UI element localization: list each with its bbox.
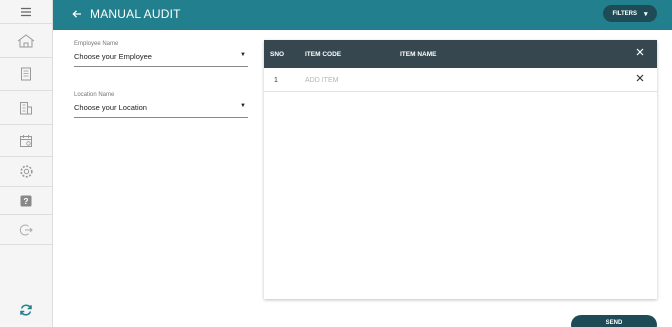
sidebar-item-logout[interactable] <box>0 215 52 245</box>
sidebar: ? <box>0 0 53 327</box>
svg-text:?: ? <box>23 196 28 206</box>
building-icon <box>20 101 32 114</box>
page-title: MANUAL AUDIT <box>90 7 181 21</box>
clear-all-button[interactable] <box>636 48 644 58</box>
remove-row-button[interactable] <box>636 74 644 84</box>
help-icon: ? <box>20 195 32 206</box>
close-icon <box>636 48 644 56</box>
filters-label: FILTERS <box>612 10 638 17</box>
location-select[interactable]: Choose your Location ▼ <box>74 103 248 118</box>
sidebar-item-documents[interactable] <box>0 58 52 91</box>
location-label: Location Name <box>74 92 115 98</box>
send-button[interactable]: SEND <box>571 315 657 327</box>
column-sno: SNO <box>270 51 285 58</box>
table-header: SNO ITEM CODE ITEM NAME <box>264 40 657 68</box>
calendar-icon <box>20 134 32 147</box>
employee-select[interactable]: Choose your Employee ▼ <box>74 52 248 67</box>
location-field: Location Name Choose your Location ▼ <box>74 92 248 118</box>
employee-value: Choose your Employee <box>74 52 152 61</box>
caret-down-icon: ▼ <box>240 52 246 58</box>
menu-button[interactable] <box>0 0 52 24</box>
app-header: MANUAL AUDIT FILTERS ▾ <box>53 0 672 30</box>
arrow-left-icon <box>72 10 81 18</box>
caret-down-icon: ▾ <box>644 10 648 18</box>
sync-icon <box>20 304 32 316</box>
sidebar-item-buildings[interactable] <box>0 91 52 125</box>
employee-label: Employee Name <box>74 41 119 47</box>
logout-icon <box>19 224 33 235</box>
column-item-code: ITEM CODE <box>305 51 342 58</box>
column-item-name: ITEM NAME <box>400 51 437 58</box>
sidebar-item-settings[interactable] <box>0 157 52 187</box>
items-table: SNO ITEM CODE ITEM NAME 1 <box>264 40 657 299</box>
home-icon <box>17 33 35 47</box>
sidebar-item-calendar[interactable] <box>0 125 52 157</box>
sidebar-item-help[interactable]: ? <box>0 187 52 215</box>
document-icon <box>21 67 31 81</box>
filters-button[interactable]: FILTERS ▾ <box>603 5 657 22</box>
location-value: Choose your Location <box>74 103 147 112</box>
sync-button[interactable] <box>0 297 52 323</box>
back-button[interactable] <box>69 6 85 22</box>
close-icon <box>636 74 644 82</box>
table-row: 1 <box>264 68 657 92</box>
caret-down-icon: ▼ <box>240 103 246 109</box>
gear-icon <box>19 165 33 178</box>
row-sno: 1 <box>274 77 278 84</box>
menu-icon <box>21 7 31 16</box>
add-item-input[interactable] <box>305 74 395 86</box>
employee-field: Employee Name Choose your Employee ▼ <box>74 41 248 67</box>
sidebar-item-home[interactable] <box>0 24 52 58</box>
